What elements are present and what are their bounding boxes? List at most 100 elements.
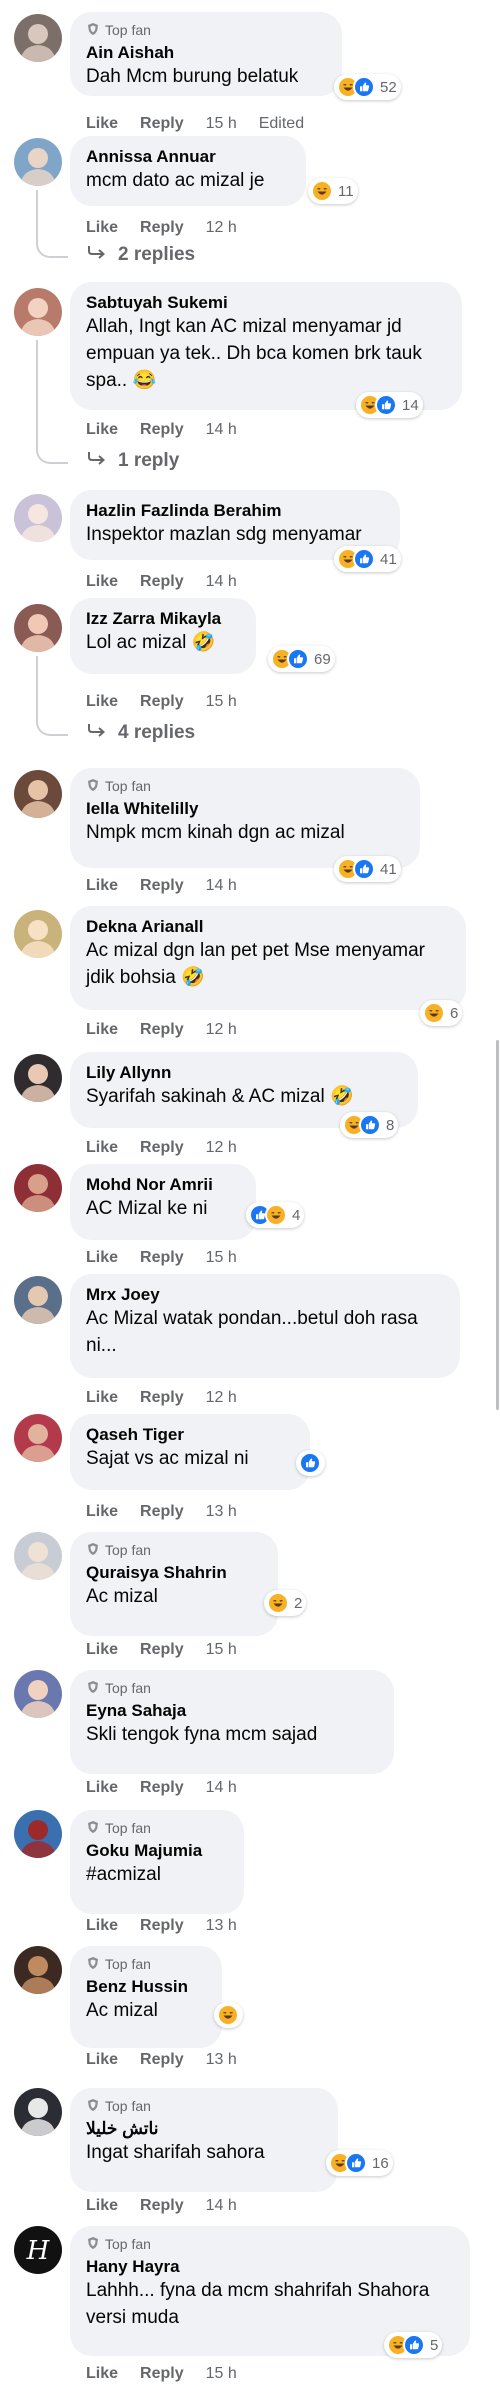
like-link[interactable]: Like	[86, 115, 118, 133]
reply-link[interactable]: Reply	[140, 1139, 184, 1157]
reply-link[interactable]: Reply	[140, 693, 184, 711]
like-link[interactable]: Like	[86, 2197, 118, 2215]
avatar[interactable]	[14, 138, 62, 186]
reactions-badge[interactable]: 41	[334, 856, 401, 882]
reply-link[interactable]: Reply	[140, 573, 184, 591]
like-link[interactable]: Like	[86, 1139, 118, 1157]
like-link[interactable]: Like	[86, 693, 118, 711]
commenter-name[interactable]: Benz Hussin	[86, 1976, 206, 1997]
reactions-badge[interactable]: 16	[326, 2150, 393, 2176]
view-replies-link[interactable]: 1 reply	[86, 450, 179, 472]
reactions-badge[interactable]: 14	[356, 392, 423, 418]
scrollbar[interactable]	[496, 1040, 499, 1410]
commenter-name[interactable]: Qaseh Tiger	[86, 1424, 294, 1445]
avatar[interactable]	[14, 1054, 62, 1102]
like-link[interactable]: Like	[86, 1641, 118, 1659]
like-link[interactable]: Like	[86, 1779, 118, 1797]
avatar[interactable]: H	[14, 2226, 62, 2274]
timestamp[interactable]: 15 h	[206, 115, 237, 133]
like-link[interactable]: Like	[86, 1249, 118, 1267]
timestamp[interactable]: 12 h	[206, 1389, 237, 1407]
timestamp[interactable]: 14 h	[206, 421, 237, 439]
reactions-badge[interactable]: 69	[268, 646, 335, 672]
like-link[interactable]: Like	[86, 2365, 118, 2383]
timestamp[interactable]: 12 h	[206, 1021, 237, 1039]
commenter-name[interactable]: Izz Zarra Mikayla	[86, 608, 240, 629]
avatar[interactable]	[14, 288, 62, 336]
timestamp[interactable]: 15 h	[206, 693, 237, 711]
reply-link[interactable]: Reply	[140, 1917, 184, 1935]
timestamp[interactable]: 15 h	[206, 2365, 237, 2383]
reactions-badge[interactable]: 4	[246, 1202, 305, 1228]
like-link[interactable]: Like	[86, 421, 118, 439]
avatar[interactable]	[14, 1276, 62, 1324]
timestamp[interactable]: 13 h	[206, 1503, 237, 1521]
reply-link[interactable]: Reply	[140, 421, 184, 439]
avatar[interactable]	[14, 1810, 62, 1858]
reactions-badge[interactable]: 41	[334, 546, 401, 572]
commenter-name[interactable]: Ain Aishah	[86, 42, 326, 63]
like-link[interactable]: Like	[86, 1503, 118, 1521]
timestamp[interactable]: 14 h	[206, 2197, 237, 2215]
like-link[interactable]: Like	[86, 1021, 118, 1039]
commenter-name[interactable]: ناتش خليلا	[86, 2118, 322, 2139]
avatar[interactable]	[14, 1532, 62, 1580]
reactions-badge[interactable]	[214, 2002, 243, 2028]
commenter-name[interactable]: Quraisya Shahrin	[86, 1562, 262, 1583]
view-replies-link[interactable]: 2 replies	[86, 244, 195, 266]
avatar[interactable]	[14, 14, 62, 62]
timestamp[interactable]: 14 h	[206, 877, 237, 895]
reactions-badge[interactable]: 52	[334, 74, 401, 100]
commenter-name[interactable]: Hazlin Fazlinda Berahim	[86, 500, 384, 521]
reply-link[interactable]: Reply	[140, 1641, 184, 1659]
like-link[interactable]: Like	[86, 877, 118, 895]
like-link[interactable]: Like	[86, 219, 118, 237]
commenter-name[interactable]: Hany Hayra	[86, 2256, 454, 2277]
reply-link[interactable]: Reply	[140, 2365, 184, 2383]
avatar[interactable]	[14, 1164, 62, 1212]
avatar[interactable]	[14, 910, 62, 958]
commenter-name[interactable]: Lily Allynn	[86, 1062, 402, 1083]
reactions-badge[interactable]: 5	[384, 2332, 443, 2358]
like-link[interactable]: Like	[86, 2051, 118, 2069]
reactions-badge[interactable]: 6	[420, 1000, 463, 1026]
commenter-name[interactable]: Sabtuyah Sukemi	[86, 292, 446, 313]
reactions-badge[interactable]	[296, 1450, 325, 1476]
commenter-name[interactable]: Annissa Annuar	[86, 146, 290, 167]
commenter-name[interactable]: Eyna Sahaja	[86, 1700, 378, 1721]
commenter-name[interactable]: Mrx Joey	[86, 1284, 444, 1305]
reply-link[interactable]: Reply	[140, 2197, 184, 2215]
commenter-name[interactable]: Dekna Arianall	[86, 916, 450, 937]
view-replies-link[interactable]: 4 replies	[86, 722, 195, 744]
avatar[interactable]	[14, 1414, 62, 1462]
commenter-name[interactable]: Mohd Nor Amrii	[86, 1174, 240, 1195]
like-link[interactable]: Like	[86, 573, 118, 591]
commenter-name[interactable]: Goku Majumia	[86, 1840, 228, 1861]
reply-link[interactable]: Reply	[140, 219, 184, 237]
reactions-badge[interactable]: 2	[264, 1590, 307, 1616]
timestamp[interactable]: 12 h	[206, 219, 237, 237]
reply-link[interactable]: Reply	[140, 2051, 184, 2069]
reply-link[interactable]: Reply	[140, 1249, 184, 1267]
timestamp[interactable]: 14 h	[206, 1779, 237, 1797]
reply-link[interactable]: Reply	[140, 877, 184, 895]
avatar[interactable]	[14, 1670, 62, 1718]
reactions-badge[interactable]: 11	[308, 178, 358, 204]
avatar[interactable]	[14, 494, 62, 542]
commenter-name[interactable]: Iella Whitelilly	[86, 798, 404, 819]
avatar[interactable]	[14, 1946, 62, 1994]
avatar[interactable]	[14, 770, 62, 818]
reactions-badge[interactable]: 8	[340, 1112, 399, 1138]
timestamp[interactable]: 13 h	[206, 2051, 237, 2069]
reply-link[interactable]: Reply	[140, 1503, 184, 1521]
avatar[interactable]	[14, 2088, 62, 2136]
like-link[interactable]: Like	[86, 1917, 118, 1935]
like-link[interactable]: Like	[86, 1389, 118, 1407]
avatar[interactable]	[14, 604, 62, 652]
timestamp[interactable]: 14 h	[206, 573, 237, 591]
timestamp[interactable]: 15 h	[206, 1249, 237, 1267]
reply-link[interactable]: Reply	[140, 1021, 184, 1039]
reply-link[interactable]: Reply	[140, 115, 184, 133]
timestamp[interactable]: 13 h	[206, 1917, 237, 1935]
reply-link[interactable]: Reply	[140, 1779, 184, 1797]
